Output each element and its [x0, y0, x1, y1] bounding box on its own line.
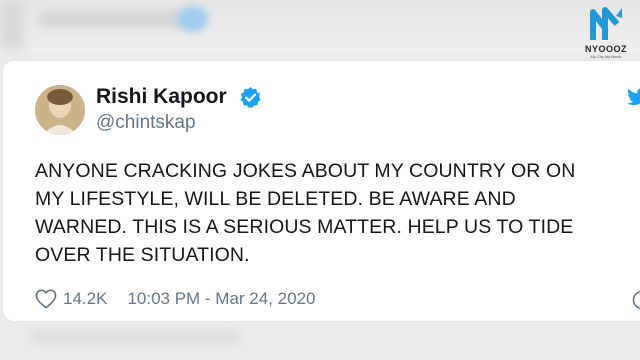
avatar[interactable] [35, 85, 85, 135]
blurred-background-footer [30, 330, 240, 344]
author-handle[interactable]: @chintskap [96, 112, 196, 134]
tweet-text-line: ANYONE CRACKING JOKES ABOUT MY COUNTRY O… [35, 160, 576, 182]
avatar-image [35, 85, 85, 135]
info-icon[interactable] [632, 290, 640, 310]
tweet-text: ANYONE CRACKING JOKES ABOUT MY COUNTRY O… [35, 157, 625, 269]
tweet-text-line: MY LIFESTYLE, WILL BE DELETED. BE AWARE … [35, 188, 516, 210]
blurred-background-edge [0, 0, 24, 50]
tweet-text-line: WARNED. THIS IS A SERIOUS MATTER. HELP U… [35, 216, 574, 238]
verified-badge-icon [240, 86, 261, 108]
tweet-text-line: OVER THE SITUATION. [35, 244, 250, 266]
author-name[interactable]: Rishi Kapoor [96, 85, 227, 109]
tweet-timestamp[interactable]: 10:03 PM - Mar 24, 2020 [127, 289, 315, 309]
logo-tagline: My City My News [590, 54, 622, 59]
twitter-bird-icon[interactable] [627, 87, 640, 107]
blurred-background-text [38, 10, 188, 28]
logo-name: NYOOOZ [584, 44, 627, 54]
tweet-footer: 14.2K 10:03 PM - Mar 24, 2020 [35, 287, 315, 311]
nyoooz-logo: NYOOOZ My City My News [578, 6, 634, 68]
like-count[interactable]: 14.2K [63, 289, 107, 309]
heart-icon[interactable] [35, 289, 57, 309]
tweet-card: Rishi Kapoor @chintskap ANYONE CRACKING … [2, 60, 640, 322]
blurred-background-badge [178, 6, 208, 32]
nyoooz-logo-icon [590, 7, 622, 40]
